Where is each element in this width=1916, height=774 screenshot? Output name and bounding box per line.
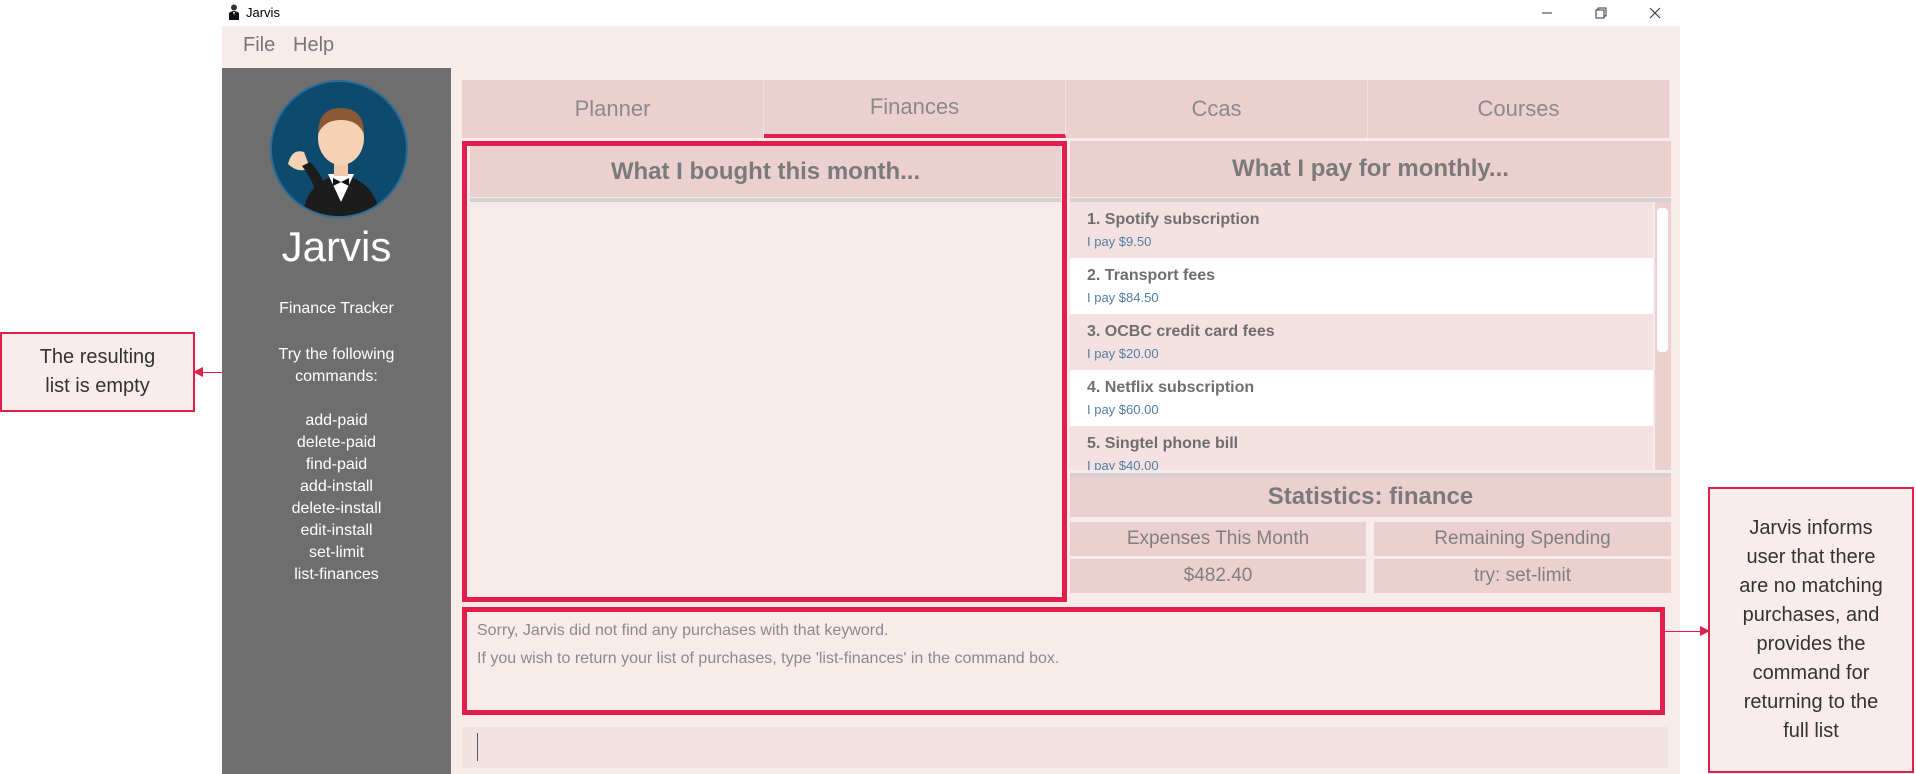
minimize-button[interactable]	[1520, 0, 1574, 26]
text-caret	[477, 733, 478, 761]
installment-price: I pay $84.50	[1087, 290, 1159, 305]
annotation-line: are no matching	[1739, 575, 1883, 597]
annotation-line: command for	[1752, 662, 1870, 684]
installment-title: 2. Transport fees	[1087, 267, 1216, 284]
sidebar-command: list-finances	[294, 566, 379, 583]
butler-icon	[288, 108, 380, 216]
sidebar-command: find-paid	[305, 456, 368, 473]
result-message-line1: Sorry, Jarvis did not find any purchases…	[477, 622, 889, 639]
list-item[interactable]: 3. OCBC credit card fees I pay $20.00	[1070, 314, 1653, 370]
annotation-line: full list	[1783, 720, 1839, 742]
statistics-title: Statistics: finance	[1070, 477, 1671, 517]
list-item[interactable]: 1. Spotify subscription I pay $9.50	[1070, 202, 1653, 258]
expenses-label: Expenses This Month	[1070, 522, 1366, 556]
annotation-empty-list: The resulting list is empty	[0, 332, 195, 412]
command-input[interactable]	[462, 727, 1668, 768]
menu-bar	[222, 26, 1680, 68]
installment-title: 3. OCBC credit card fees	[1087, 323, 1275, 340]
installment-price: I pay $60.00	[1087, 402, 1159, 417]
window-title: Jarvis	[246, 5, 280, 20]
sidebar-subtitle: Finance Tracker	[279, 300, 394, 317]
close-icon	[1649, 7, 1661, 19]
sidebar-command: delete-paid	[296, 434, 377, 451]
list-item[interactable]: 5. Singtel phone bill I pay $40.00	[1070, 426, 1653, 470]
sidebar-command: add-install	[300, 478, 373, 495]
menu-file[interactable]: File	[243, 34, 275, 57]
sidebar-try-line2: commands:	[295, 368, 378, 385]
sidebar-try-line1: Try the following	[278, 346, 395, 363]
sidebar: Jarvis Finance Tracker Try the following…	[222, 68, 451, 774]
installment-title: 4. Netflix subscription	[1087, 379, 1255, 396]
annotation-line: provides the	[1756, 633, 1866, 655]
list-item[interactable]: 4. Netflix subscription I pay $60.00	[1070, 370, 1653, 426]
annotation-empty-list-line1: The resulting	[39, 346, 156, 368]
result-message-line2: If you wish to return your list of purch…	[477, 650, 1060, 667]
result-display: Sorry, Jarvis did not find any purchases…	[462, 607, 1665, 715]
tab-finances[interactable]: Finances	[764, 80, 1066, 138]
remaining-value: try: set-limit	[1374, 559, 1671, 593]
restore-icon	[1595, 7, 1607, 19]
installment-price: I pay $9.50	[1087, 234, 1152, 249]
brand-name: Jarvis	[281, 223, 392, 270]
sidebar-command: delete-install	[291, 500, 382, 517]
tab-planner[interactable]: Planner	[462, 80, 764, 138]
close-button[interactable]	[1628, 0, 1682, 26]
annotation-line: user that there	[1746, 546, 1876, 568]
annotation-line: Jarvis informs	[1749, 517, 1873, 539]
installment-title: 5. Singtel phone bill	[1087, 435, 1239, 452]
restore-button[interactable]	[1574, 0, 1628, 26]
tab-courses[interactable]: Courses	[1368, 80, 1670, 138]
annotation-line: purchases, and	[1742, 604, 1880, 626]
title-bar: Jarvis	[222, 0, 1680, 26]
minimize-icon	[1542, 12, 1552, 14]
sidebar-command: edit-install	[300, 522, 373, 539]
installment-list[interactable]: 1. Spotify subscription I pay $9.50 2. T…	[1070, 202, 1671, 470]
expenses-value: $482.40	[1070, 559, 1366, 593]
annotation-no-matches: Jarvis informs user that there are no ma…	[1708, 487, 1914, 773]
butler-icon	[229, 4, 239, 20]
installment-price: I pay $40.00	[1087, 458, 1159, 470]
sidebar-command-list: add-paid delete-paid find-paid add-insta…	[222, 410, 451, 586]
sidebar-try-text: Try the following commands:	[222, 344, 451, 388]
installment-price: I pay $20.00	[1087, 346, 1159, 361]
annotation-empty-list-line2: list is empty	[45, 375, 150, 397]
installment-scrollbar-thumb[interactable]	[1657, 208, 1668, 352]
sidebar-command: set-limit	[308, 544, 365, 561]
purchase-list-header: What I bought this month...	[470, 146, 1061, 197]
annotation-left-arrowhead	[193, 367, 203, 377]
installment-list-header: What I pay for monthly...	[1070, 141, 1671, 197]
sidebar-command: add-paid	[305, 412, 368, 429]
tab-ccas[interactable]: Ccas	[1066, 80, 1368, 138]
annotation-line: returning to the	[1743, 691, 1879, 713]
remaining-label: Remaining Spending	[1374, 522, 1671, 556]
list-item[interactable]: 2. Transport fees I pay $84.50	[1070, 258, 1653, 314]
purchase-list-panel[interactable]	[462, 141, 1067, 602]
purchase-list-divider	[470, 198, 1061, 202]
menu-help[interactable]: Help	[293, 34, 334, 57]
installment-title: 1. Spotify subscription	[1087, 211, 1260, 228]
jarvis-avatar	[270, 80, 408, 218]
